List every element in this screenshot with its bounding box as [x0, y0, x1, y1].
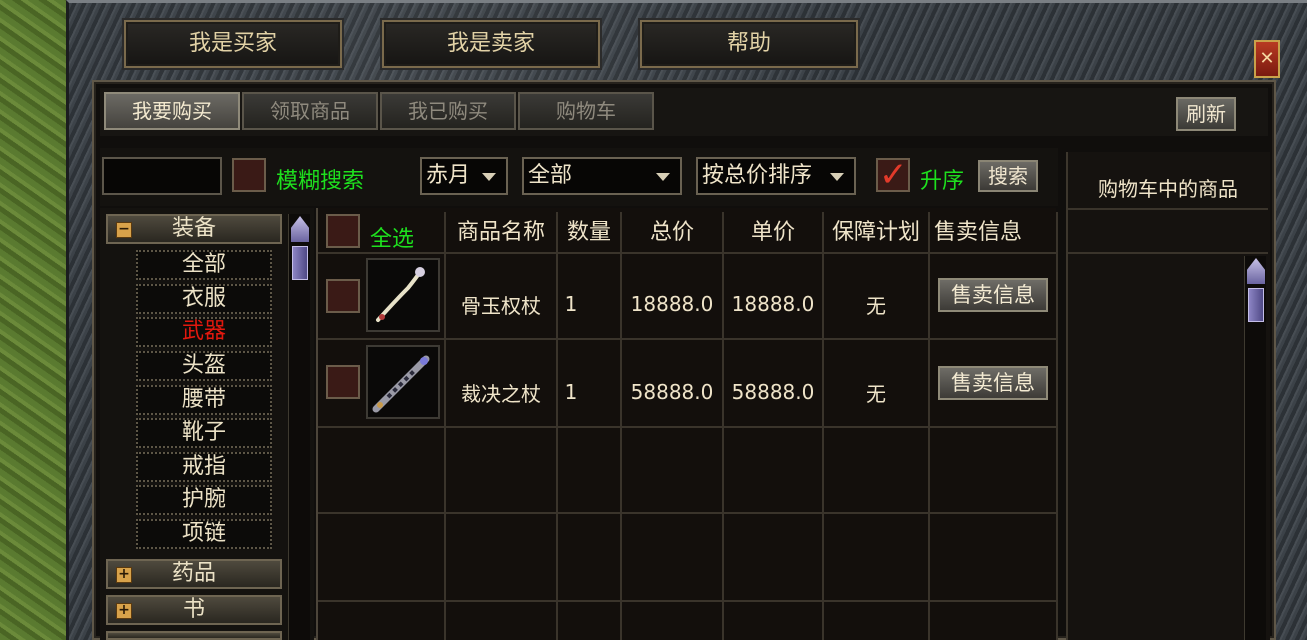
chevron-down-icon [482, 173, 496, 181]
server-select-value: 赤月 [426, 163, 471, 188]
item-total-price: 58888.0 [630, 380, 714, 404]
subcategory-weapon[interactable]: 武器 [136, 317, 272, 347]
server-select[interactable]: 赤月 [420, 157, 508, 195]
type-select[interactable]: 全部 [522, 157, 682, 195]
divider [318, 426, 1056, 428]
subcategory-all[interactable]: 全部 [136, 250, 272, 280]
header-unit-price: 单价 [750, 220, 795, 245]
tab-claim[interactable]: 领取商品 [242, 92, 378, 130]
fuzzy-search-label: 模糊搜索 [276, 169, 365, 194]
divider [1068, 252, 1268, 254]
scroll-thumb[interactable] [292, 246, 308, 280]
divider [1056, 212, 1058, 640]
header-quantity: 数量 [566, 220, 611, 245]
tab-buy[interactable]: 我要购买 [104, 92, 240, 130]
subcategory-helmet[interactable]: 头盔 [136, 351, 272, 381]
scroll-up-icon[interactable] [291, 216, 309, 242]
chevron-down-icon [656, 173, 670, 181]
scroll-up-icon[interactable] [1247, 258, 1265, 284]
item-name: 骨玉权杖 [461, 294, 541, 318]
subcategory-necklace[interactable]: 项链 [136, 519, 272, 549]
item-name: 裁决之杖 [461, 382, 541, 406]
search-button[interactable]: 搜索 [978, 160, 1038, 192]
expand-icon[interactable]: + [116, 603, 132, 619]
select-all-checkbox[interactable] [326, 214, 360, 248]
divider [318, 252, 1056, 254]
ascending-checkbox[interactable]: ✓ [876, 158, 910, 192]
item-quantity: 1 [564, 292, 578, 316]
item-unit-price: 58888.0 [731, 380, 815, 404]
subcategory-belt[interactable]: 腰带 [136, 385, 272, 415]
collapse-icon[interactable]: − [116, 222, 132, 238]
seller-button[interactable]: 我是卖家 [382, 20, 600, 68]
help-button[interactable]: 帮助 [640, 20, 858, 68]
header-total-price: 总价 [649, 220, 694, 245]
header-sell-info: 售卖信息 [933, 220, 1022, 245]
subcategory-ring[interactable]: 戒指 [136, 452, 272, 482]
subcategory-boots[interactable]: 靴子 [136, 418, 272, 448]
cart-scrollbar[interactable] [1244, 256, 1266, 640]
header-guarantee: 保障计划 [831, 220, 920, 245]
judgement-staff-icon[interactable] [366, 345, 440, 419]
sort-select[interactable]: 按总价排序 [696, 157, 856, 195]
item-guarantee: 无 [866, 382, 886, 406]
category-scrollbar[interactable] [288, 214, 310, 640]
item-unit-price: 18888.0 [731, 292, 815, 316]
sell-info-button[interactable]: 售卖信息 [938, 366, 1048, 400]
item-quantity: 1 [564, 380, 578, 404]
sort-select-value: 按总价排序 [702, 163, 813, 188]
category-medicine-label: 药品 [171, 561, 216, 586]
sell-info-button[interactable]: 售卖信息 [938, 278, 1048, 312]
item-guarantee: 无 [866, 294, 886, 318]
subcategory-bracer[interactable]: 护腕 [136, 485, 272, 515]
divider [1068, 208, 1268, 210]
divider [318, 338, 1056, 340]
chevron-down-icon [830, 173, 844, 181]
cart-panel [1066, 152, 1270, 640]
category-book[interactable]: + 书 [106, 595, 282, 625]
scroll-thumb[interactable] [1248, 288, 1264, 322]
item-total-price: 18888.0 [630, 292, 714, 316]
fuzzy-search-checkbox[interactable] [232, 158, 266, 192]
buyer-button[interactable]: 我是买家 [124, 20, 342, 68]
category-equipment-label: 装备 [171, 216, 216, 241]
close-icon: ✕ [1259, 48, 1275, 69]
header-item-name: 商品名称 [456, 220, 545, 245]
row-checkbox[interactable] [326, 279, 360, 313]
checkmark-icon: ✓ [879, 155, 908, 195]
tab-purchased[interactable]: 我已购买 [380, 92, 516, 130]
expand-icon[interactable]: + [116, 567, 132, 583]
category-book-label: 书 [182, 597, 205, 622]
bone-jade-scepter-icon[interactable] [366, 258, 440, 332]
cart-title: 购物车中的商品 [1098, 177, 1238, 201]
type-select-value: 全部 [528, 163, 573, 188]
search-input[interactable] [102, 157, 222, 195]
tab-cart[interactable]: 购物车 [518, 92, 654, 130]
subcategory-clothes[interactable]: 衣服 [136, 284, 272, 314]
category-medicine[interactable]: + 药品 [106, 559, 282, 589]
divider [318, 600, 1056, 602]
close-button[interactable]: ✕ [1254, 40, 1280, 78]
ascending-label: 升序 [920, 169, 965, 194]
divider [318, 512, 1056, 514]
select-all-label: 全选 [370, 227, 415, 252]
row-checkbox[interactable] [326, 365, 360, 399]
refresh-button[interactable]: 刷新 [1176, 97, 1236, 131]
category-equipment[interactable]: − 装备 [106, 214, 282, 244]
category-partial[interactable] [106, 631, 282, 640]
